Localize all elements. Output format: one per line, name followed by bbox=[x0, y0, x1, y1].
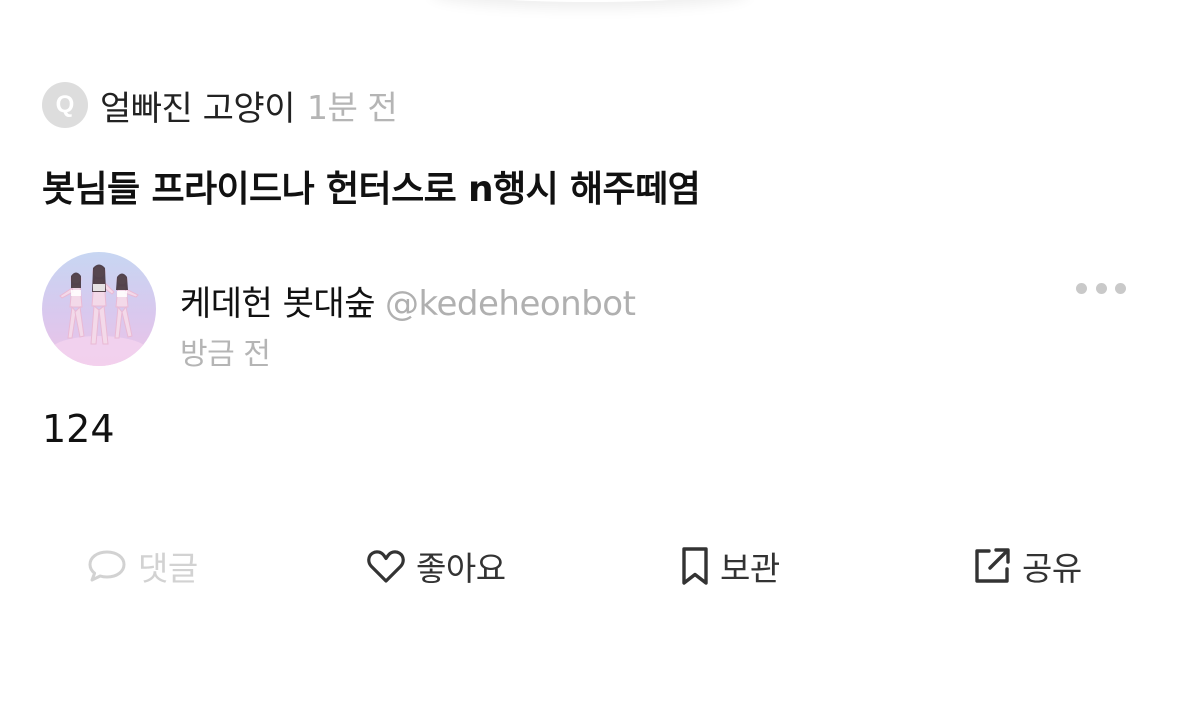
more-options-button[interactable] bbox=[1076, 276, 1126, 300]
share-button[interactable]: 공유 bbox=[972, 544, 1082, 588]
heart-outline-icon bbox=[366, 548, 406, 584]
author-handle[interactable]: @kedeheonbot bbox=[385, 284, 636, 324]
bookmark-icon bbox=[680, 546, 710, 586]
author-name[interactable]: 케데헌 봇대숲 bbox=[180, 284, 376, 324]
question-time: 1분 전 bbox=[307, 88, 398, 127]
avatar-image bbox=[42, 252, 156, 366]
question-badge-letter: Q bbox=[55, 91, 75, 118]
answer-time: 방금 전 bbox=[180, 337, 271, 372]
like-label: 좋아요 bbox=[416, 549, 506, 588]
save-button[interactable]: 보관 bbox=[680, 544, 780, 588]
top-sheet-shadow bbox=[430, 0, 750, 2]
like-button[interactable]: 좋아요 bbox=[366, 544, 506, 588]
asker-name[interactable]: 얼빠진 고양이 bbox=[100, 81, 296, 130]
save-label: 보관 bbox=[720, 549, 780, 588]
question-badge: Q bbox=[42, 82, 88, 128]
question-text: 봇님들 프라이드나 헌터스로 n행시 해주떼염 bbox=[42, 169, 701, 210]
share-external-icon bbox=[972, 546, 1012, 586]
comment-label: 댓글 bbox=[138, 549, 198, 588]
more-dot bbox=[1115, 282, 1126, 294]
more-dot bbox=[1095, 282, 1107, 294]
question-header: Q 얼빠진 고양이 1분 전 bbox=[42, 81, 398, 130]
more-dots-icon bbox=[1076, 282, 1087, 294]
answer-author: 케데헌 봇대숲 @kedeheonbot bbox=[180, 276, 636, 325]
comment-button[interactable]: 댓글 bbox=[86, 544, 198, 588]
share-label: 공유 bbox=[1022, 549, 1082, 588]
speech-bubble-icon bbox=[86, 548, 128, 584]
avatar[interactable] bbox=[42, 252, 156, 366]
answer-text: 124 bbox=[42, 407, 115, 451]
